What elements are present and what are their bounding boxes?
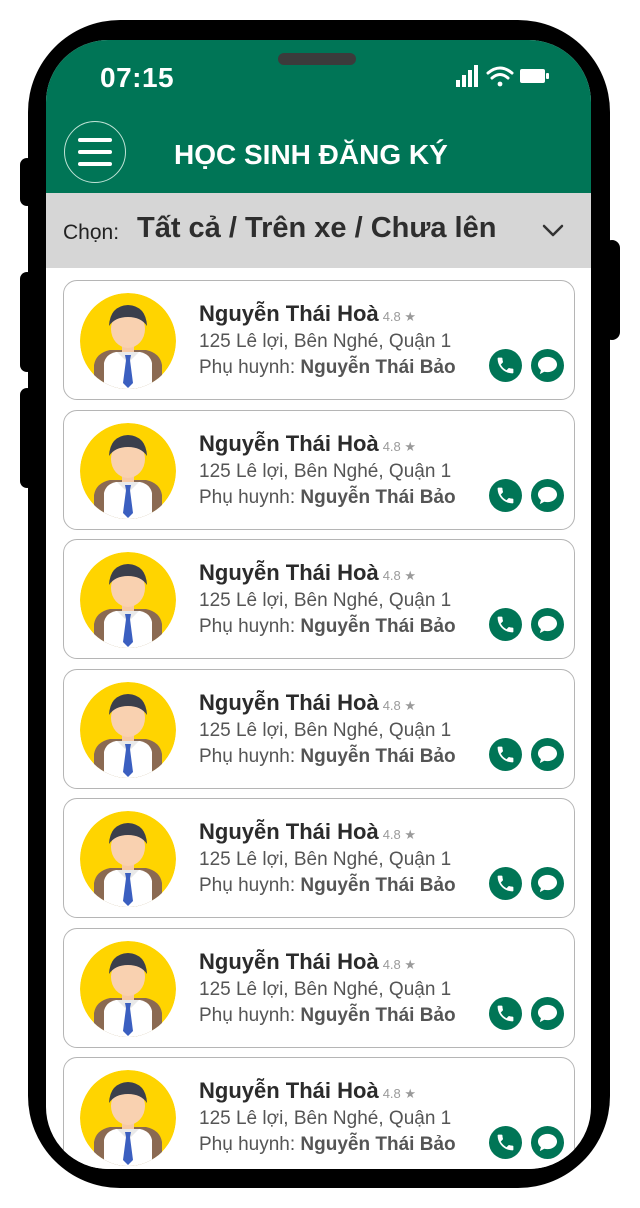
power-button — [604, 240, 620, 340]
speaker-notch — [278, 53, 356, 65]
parent-name: Nguyễn Thái Bảo — [300, 357, 456, 378]
student-rating: 4.8 ★ — [382, 438, 417, 454]
call-button[interactable] — [489, 608, 522, 641]
parent-info: Phụ huynh: Nguyễn Thái Bảo — [199, 1004, 456, 1026]
student-card[interactable]: Nguyễn Thái Hoà 4.8 ★ 125 Lê lợi, Bên Ngh… — [63, 927, 575, 1048]
parent-info: Phụ huynh: Nguyễn Thái Bảo — [199, 486, 456, 508]
message-button[interactable] — [531, 996, 564, 1030]
menu-button[interactable] — [64, 121, 126, 183]
student-avatar — [80, 940, 176, 1037]
call-button[interactable] — [489, 478, 522, 512]
student-avatar — [80, 422, 176, 519]
parent-info: Phụ huynh: Nguyễn Thái Bảo — [199, 875, 456, 896]
parent-info: Phụ huynh: Nguyễn Thái Bảo — [199, 616, 456, 637]
student-address: 125 Lê lợi, Bên Nghé, Quận 1 — [199, 849, 452, 870]
chevron-down-icon — [542, 224, 564, 237]
student-avatar — [80, 552, 176, 648]
chat-bubble-icon — [537, 1004, 558, 1022]
parent-info: Phụ huynh: Nguyễn Thái Bảo — [199, 745, 456, 767]
signal-icon — [456, 65, 478, 87]
call-button[interactable] — [489, 996, 522, 1030]
parent-name: Nguyễn Thái Bảo — [300, 745, 456, 767]
phone-icon — [497, 487, 514, 503]
student-address: 125 Lê lợi, Bên Nghé, Quận 1 — [199, 719, 452, 741]
student-rating: 4.8 ★ — [382, 1086, 417, 1101]
chat-bubble-icon — [537, 356, 558, 375]
chat-bubble-icon — [537, 486, 558, 504]
volume-up-button — [20, 272, 34, 372]
student-name: Nguyễn Thái Hoà 4.8 ★ — [199, 301, 417, 326]
student-name: Nguyễn Thái Hoà 4.8 ★ — [199, 819, 417, 844]
call-button[interactable] — [489, 1126, 522, 1159]
chat-bubble-icon — [537, 745, 558, 763]
student-avatar — [80, 293, 176, 389]
filter-dropdown[interactable]: Chọn: Tất cả / Trên xe / Chưa lên — [46, 193, 591, 268]
student-address: 125 Lê lợi, Bên Nghé, Quận 1 — [199, 978, 452, 1000]
phone-icon — [497, 746, 514, 762]
parent-name: Nguyễn Thái Bảo — [300, 1004, 456, 1026]
student-card[interactable]: Nguyễn Thái Hoà 4.8 ★ 125 Lê lợi, Bên Ngh… — [63, 539, 575, 659]
parent-name: Nguyễn Thái Bảo — [300, 616, 456, 637]
phone-screen: 07:15 HỌC SINH ĐĂNG KÝ Chọn: Tất cả / Tr… — [46, 40, 591, 1169]
message-button[interactable] — [531, 478, 564, 512]
message-button[interactable] — [531, 1126, 564, 1159]
phone-icon — [497, 875, 514, 892]
student-rating: 4.8 ★ — [382, 827, 417, 842]
student-card[interactable]: Nguyễn Thái Hoà 4.8 ★ 125 Lê lợi, Bên Ngh… — [63, 1057, 575, 1169]
student-card[interactable]: Nguyễn Thái Hoà 4.8 ★ 125 Lê lợi, Bên Ngh… — [63, 798, 575, 918]
chat-bubble-icon — [537, 615, 558, 634]
student-address: 125 Lê lợi, Bên Nghé, Quận 1 — [199, 460, 452, 482]
chat-bubble-icon — [537, 874, 558, 893]
hamburger-menu-icon — [78, 138, 112, 142]
student-card[interactable]: Nguyễn Thái Hoà 4.8 ★ 125 Lê lợi, Bên Ngh… — [63, 409, 575, 530]
call-button[interactable] — [489, 737, 522, 771]
student-rating: 4.8 ★ — [382, 568, 417, 583]
phone-icon — [497, 616, 514, 633]
student-name: Nguyễn Thái Hoà 4.8 ★ — [199, 689, 417, 715]
student-address: 125 Lê lợi, Bên Nghé, Quận 1 — [199, 590, 452, 611]
student-avatar — [80, 1070, 176, 1166]
student-avatar — [80, 681, 176, 778]
parent-info: Phụ huynh: Nguyễn Thái Bảo — [199, 357, 456, 378]
student-name: Nguyễn Thái Hoà 4.8 ★ — [199, 430, 417, 456]
student-card[interactable]: Nguyễn Thái Hoà 4.8 ★ 125 Lê lợi, Bên Ngh… — [63, 280, 575, 400]
parent-info: Phụ huynh: Nguyễn Thái Bảo — [199, 1134, 456, 1155]
student-name: Nguyễn Thái Hoà 4.8 ★ — [199, 1078, 417, 1103]
phone-icon — [497, 1134, 514, 1151]
status-time: 07:15 — [100, 62, 175, 93]
student-rating: 4.8 ★ — [382, 697, 417, 713]
message-button[interactable] — [531, 608, 564, 641]
parent-name: Nguyễn Thái Bảo — [300, 486, 456, 508]
app-header: 07:15 HỌC SINH ĐĂNG KÝ — [46, 40, 591, 193]
page-title: HỌC SINH ĐĂNG KÝ — [174, 139, 448, 170]
battery-icon — [520, 69, 549, 83]
filter-selected-value: Tất cả / Trên xe / Chưa lên — [137, 212, 497, 244]
message-button[interactable] — [531, 737, 564, 771]
parent-name: Nguyễn Thái Bảo — [300, 875, 456, 896]
parent-name: Nguyễn Thái Bảo — [300, 1134, 456, 1155]
chat-bubble-icon — [537, 1133, 558, 1152]
wifi-icon — [486, 66, 514, 87]
student-avatar — [80, 811, 176, 907]
student-name: Nguyễn Thái Hoà 4.8 ★ — [199, 560, 417, 585]
message-button[interactable] — [531, 349, 564, 382]
volume-down-button — [20, 388, 34, 488]
student-rating: 4.8 ★ — [382, 956, 417, 972]
call-button[interactable] — [489, 349, 522, 382]
student-name: Nguyễn Thái Hoà 4.8 ★ — [199, 948, 417, 974]
student-address: 125 Lê lợi, Bên Nghé, Quận 1 — [199, 1108, 452, 1129]
student-card[interactable]: Nguyễn Thái Hoà 4.8 ★ 125 Lê lợi, Bên Ngh… — [63, 668, 575, 789]
mute-switch — [20, 158, 34, 206]
filter-label: Chọn: — [63, 221, 120, 244]
student-rating: 4.8 ★ — [382, 309, 417, 324]
status-icons — [456, 65, 549, 87]
call-button[interactable] — [489, 867, 522, 900]
phone-icon — [497, 1005, 514, 1021]
phone-icon — [497, 357, 514, 374]
message-button[interactable] — [531, 867, 564, 900]
student-address: 125 Lê lợi, Bên Nghé, Quận 1 — [199, 331, 452, 352]
